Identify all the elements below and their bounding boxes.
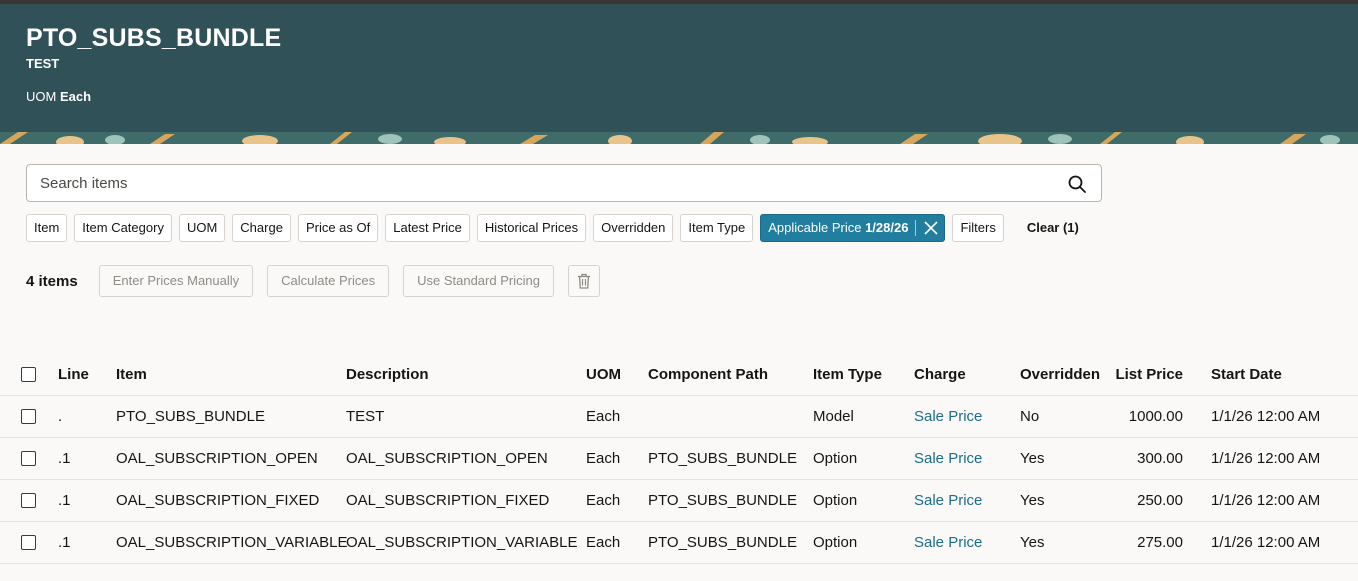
chip-divider bbox=[915, 220, 917, 236]
col-header-list-price[interactable]: List Price bbox=[1100, 354, 1183, 395]
table-row[interactable]: .1 OAL_SUBSCRIPTION_VARIABLE OAL_SUBSCRI… bbox=[0, 522, 1358, 564]
col-header-component-path[interactable]: Component Path bbox=[648, 354, 768, 395]
col-header-start-date[interactable]: Start Date bbox=[1211, 354, 1282, 395]
cell-uom: Each bbox=[586, 408, 621, 425]
filter-chip-applicable-price[interactable]: Applicable Price 1/28/26 bbox=[760, 214, 946, 242]
cell-component-path: PTO_SUBS_BUNDLE bbox=[648, 534, 797, 551]
table-row[interactable]: .1 OAL_SUBSCRIPTION_FIXED OAL_SUBSCRIPTI… bbox=[0, 480, 1358, 522]
row-checkbox[interactable] bbox=[21, 409, 36, 424]
cell-item: OAL_SUBSCRIPTION_FIXED bbox=[116, 492, 320, 509]
cell-item-type: Option bbox=[813, 492, 858, 509]
delete-button[interactable] bbox=[567, 265, 600, 297]
cell-description: OAL_SUBSCRIPTION_FIXED bbox=[346, 492, 550, 509]
col-header-item[interactable]: Item bbox=[116, 354, 147, 395]
filter-chips: Item Item Category UOM Charge Price as O… bbox=[26, 214, 1079, 242]
cell-item-type: Model bbox=[813, 408, 854, 425]
cell-component-path: PTO_SUBS_BUNDLE bbox=[648, 450, 797, 467]
uom-value: Each bbox=[59, 89, 92, 104]
cell-list-price: 275.00 bbox=[1137, 534, 1183, 551]
filters-button[interactable]: Filters bbox=[952, 214, 1004, 242]
cell-overridden: Yes bbox=[1020, 450, 1045, 467]
cell-start-date: 1/1/26 12:00 AM bbox=[1211, 408, 1321, 425]
item-count: 4 items bbox=[26, 272, 78, 290]
cell-uom: Each bbox=[586, 534, 621, 551]
table-header-row: Line Item Description UOM Component Path… bbox=[0, 354, 1358, 396]
cell-line: . bbox=[58, 408, 63, 425]
cell-charge-link[interactable]: Sale Price bbox=[914, 480, 982, 521]
table-row[interactable]: . PTO_SUBS_BUNDLE TEST Each Model Sale P… bbox=[0, 396, 1358, 438]
calculate-prices-button[interactable]: Calculate Prices bbox=[267, 265, 390, 297]
page-title: PTO_SUBS_BUNDLE bbox=[26, 24, 282, 52]
select-all-checkbox[interactable] bbox=[21, 367, 36, 382]
cell-line: .1 bbox=[58, 534, 71, 551]
close-icon[interactable] bbox=[923, 220, 939, 236]
col-header-overridden[interactable]: Overridden bbox=[1020, 354, 1100, 395]
uom-label: UOM bbox=[26, 89, 57, 104]
page-subtitle: TEST bbox=[26, 56, 60, 71]
cell-component-path: PTO_SUBS_BUNDLE bbox=[648, 492, 797, 509]
cell-list-price: 1000.00 bbox=[1128, 408, 1183, 425]
applicable-price-value: 1/28/26 bbox=[865, 220, 909, 235]
table-row[interactable]: .1 OAL_SUBSCRIPTION_OPEN OAL_SUBSCRIPTIO… bbox=[0, 438, 1358, 480]
cell-overridden: Yes bbox=[1020, 492, 1045, 509]
col-header-description[interactable]: Description bbox=[346, 354, 429, 395]
table-toolbar: 4 items Enter Prices Manually Calculate … bbox=[26, 265, 614, 297]
cell-charge-link[interactable]: Sale Price bbox=[914, 438, 982, 479]
prices-table: Line Item Description UOM Component Path… bbox=[0, 354, 1358, 564]
row-checkbox[interactable] bbox=[21, 535, 36, 550]
row-checkbox[interactable] bbox=[21, 493, 36, 508]
cell-start-date: 1/1/26 12:00 AM bbox=[1211, 450, 1321, 467]
filter-chip-latest-price[interactable]: Latest Price bbox=[385, 214, 470, 242]
col-header-item-type[interactable]: Item Type bbox=[813, 354, 882, 395]
filter-chip-charge[interactable]: Charge bbox=[232, 214, 291, 242]
decorative-pattern bbox=[0, 132, 1358, 144]
col-header-uom[interactable]: UOM bbox=[586, 354, 621, 395]
cell-item: PTO_SUBS_BUNDLE bbox=[116, 408, 265, 425]
page-header: PTO_SUBS_BUNDLE TEST UOM Each bbox=[0, 4, 1358, 144]
filter-chip-item-category[interactable]: Item Category bbox=[74, 214, 172, 242]
filter-chip-item[interactable]: Item bbox=[26, 214, 68, 242]
cell-uom: Each bbox=[586, 450, 621, 467]
applicable-price-label: Applicable Price bbox=[768, 220, 862, 235]
cell-overridden: No bbox=[1020, 408, 1040, 425]
uom-info: UOM Each bbox=[26, 89, 91, 104]
filter-chip-overridden[interactable]: Overridden bbox=[593, 214, 674, 242]
cell-description: TEST bbox=[346, 408, 385, 425]
filter-chip-historical-prices[interactable]: Historical Prices bbox=[476, 214, 587, 242]
col-header-line[interactable]: Line bbox=[58, 354, 89, 395]
cell-list-price: 250.00 bbox=[1137, 492, 1183, 509]
cell-item-type: Option bbox=[813, 534, 858, 551]
search-bar bbox=[26, 164, 1102, 202]
cell-list-price: 300.00 bbox=[1137, 450, 1183, 467]
cell-charge-link[interactable]: Sale Price bbox=[914, 522, 982, 563]
clear-filters-button[interactable]: Clear (1) bbox=[1027, 214, 1079, 242]
cell-item: OAL_SUBSCRIPTION_VARIABLE bbox=[116, 534, 348, 551]
enter-prices-manually-button[interactable]: Enter Prices Manually bbox=[98, 265, 254, 297]
cell-charge-link[interactable]: Sale Price bbox=[914, 396, 982, 437]
trash-icon bbox=[577, 273, 590, 289]
col-header-charge[interactable]: Charge bbox=[914, 354, 966, 395]
cell-description: OAL_SUBSCRIPTION_VARIABLE bbox=[346, 534, 578, 551]
cell-start-date: 1/1/26 12:00 AM bbox=[1211, 534, 1321, 551]
cell-start-date: 1/1/26 12:00 AM bbox=[1211, 492, 1321, 509]
filter-chip-item-type[interactable]: Item Type bbox=[680, 214, 754, 242]
cell-overridden: Yes bbox=[1020, 534, 1045, 551]
filter-chip-price-as-of[interactable]: Price as Of bbox=[297, 214, 379, 242]
cell-uom: Each bbox=[586, 492, 621, 509]
cell-item: OAL_SUBSCRIPTION_OPEN bbox=[116, 450, 318, 467]
use-standard-pricing-button[interactable]: Use Standard Pricing bbox=[403, 265, 554, 297]
row-checkbox[interactable] bbox=[21, 451, 36, 466]
cell-line: .1 bbox=[58, 450, 71, 467]
search-input[interactable] bbox=[27, 165, 1057, 201]
filter-chip-uom[interactable]: UOM bbox=[178, 214, 226, 242]
cell-line: .1 bbox=[58, 492, 71, 509]
cell-description: OAL_SUBSCRIPTION_OPEN bbox=[346, 450, 548, 467]
cell-item-type: Option bbox=[813, 450, 858, 467]
search-icon[interactable] bbox=[1067, 174, 1087, 194]
